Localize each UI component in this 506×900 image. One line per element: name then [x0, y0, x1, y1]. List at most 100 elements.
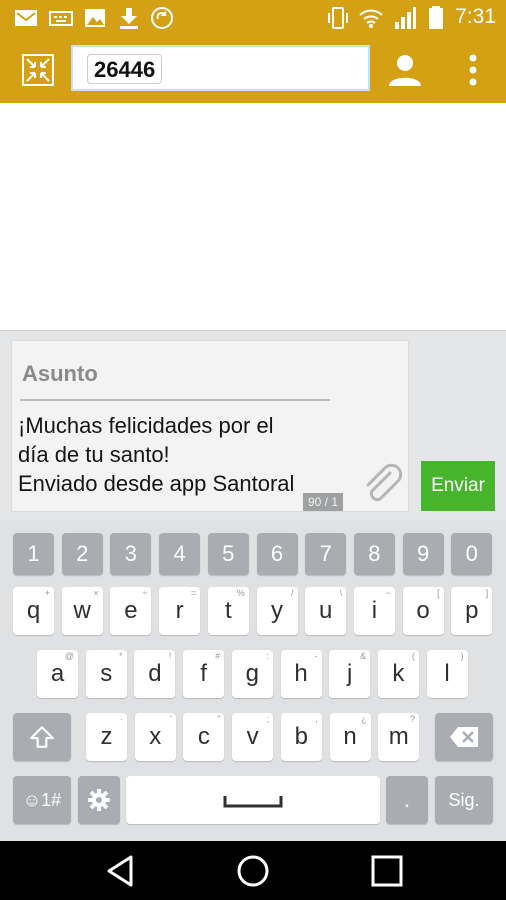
key-8-label: 8 [368, 541, 381, 566]
key-4-label: 4 [173, 541, 186, 566]
key-v[interactable]: v; [232, 713, 274, 761]
key-i[interactable]: i − [353, 587, 395, 635]
subject-divider [20, 399, 330, 401]
compose-area: Asunto ¡Muchas felicidades por el día de… [0, 330, 506, 520]
key-7[interactable]: 7 [305, 533, 347, 575]
key-6[interactable]: 6 [256, 533, 298, 575]
top-bar: 7:31 26446 [0, 0, 506, 103]
key-p[interactable]: p] [451, 587, 493, 635]
key-9-label: 9 [416, 541, 430, 566]
app-bar: 26446 [0, 36, 506, 103]
key-n-alt-label: ¿ [361, 714, 367, 724]
recents-icon[interactable] [369, 853, 405, 889]
recipient-chip[interactable]: 26446 [87, 54, 163, 84]
key-m[interactable]: m? [378, 713, 420, 761]
key-w-alt-label: × [93, 588, 99, 598]
key-l[interactable]: l) [426, 650, 468, 698]
key-6-label: 6 [270, 541, 284, 566]
key-r[interactable]: r = [159, 587, 201, 635]
shift-key[interactable] [13, 713, 71, 761]
period-key-label: . [403, 786, 411, 813]
key-5[interactable]: 5 [207, 533, 249, 575]
backspace-key[interactable] [435, 713, 493, 761]
shift-icon [30, 726, 54, 748]
recipient-field[interactable]: 26446 [71, 45, 370, 91]
key-c[interactable]: c " [183, 713, 225, 761]
download-icon [117, 6, 141, 30]
key-a-alt-label: @ [64, 651, 74, 661]
key-h[interactable]: h- [280, 650, 322, 698]
key-r-alt-label: = [190, 588, 197, 598]
person-icon[interactable] [388, 53, 422, 87]
key-x[interactable]: x ' [134, 713, 176, 761]
keyboard: 1 2 3 4 5 6 7 8 9 0 q + w × e ÷ r = t% y / u \ i − o[p] a @ s * d! f # g:… [0, 520, 506, 841]
compose-box[interactable]: Asunto ¡Muchas felicidades por el día de… [11, 340, 409, 512]
key-j-alt-label: & [360, 651, 367, 661]
symbols-key[interactable]: ☺1# [13, 776, 71, 824]
key-8[interactable]: 8 [353, 533, 395, 575]
key-3[interactable]: 3 [110, 533, 152, 575]
message-text[interactable]: ¡Muchas felicidades por el día de tu san… [18, 411, 358, 498]
key-9[interactable]: 9 [402, 533, 444, 575]
key-x-alt-label: ' [169, 714, 172, 724]
back-icon[interactable] [103, 853, 139, 889]
home-icon[interactable] [235, 853, 271, 889]
key-q[interactable]: q + [13, 587, 54, 635]
key-o[interactable]: o[ [402, 587, 444, 635]
send-button[interactable]: Enviar [421, 461, 495, 511]
key-j[interactable]: j & [329, 650, 371, 698]
key-s[interactable]: s * [85, 650, 127, 698]
space-key[interactable] [126, 776, 380, 824]
key-y[interactable]: y / [256, 587, 298, 635]
key-2[interactable]: 2 [61, 533, 103, 575]
key-q-alt-label: + [44, 588, 50, 598]
image-icon [83, 6, 107, 30]
key-7-label: 7 [319, 541, 332, 566]
key-u[interactable]: u \ [305, 587, 347, 635]
key-d[interactable]: d! [134, 650, 176, 698]
key-b-alt-label: , [315, 714, 318, 724]
key-2-label: 2 [76, 541, 89, 566]
key-1[interactable]: 1 [13, 533, 54, 575]
key-z[interactable]: z · [86, 713, 127, 761]
key-g[interactable]: g: [231, 650, 273, 698]
contact-picker-icon[interactable] [22, 54, 54, 86]
key-h-alt-label: - [314, 651, 318, 661]
key-b[interactable]: b, [280, 713, 322, 761]
attach-icon[interactable] [360, 463, 406, 509]
key-w[interactable]: w × [61, 587, 103, 635]
key-l-alt-label: ) [460, 651, 464, 661]
period-key[interactable]: . [386, 776, 428, 824]
key-k[interactable]: k( [377, 650, 419, 698]
settings-key[interactable] [78, 776, 120, 824]
key-i-alt-label: − [385, 588, 391, 598]
more-options-icon[interactable] [462, 52, 484, 88]
key-e-alt-label: ÷ [142, 588, 148, 598]
key-t[interactable]: t% [207, 587, 249, 635]
key-0[interactable]: 0 [451, 533, 493, 575]
key-n[interactable]: n ¿ [329, 713, 371, 761]
navigation-bar [0, 841, 506, 900]
vibrate-icon [326, 6, 350, 30]
status-time: 7:31 [455, 5, 496, 28]
key-0-label: 0 [465, 541, 478, 566]
gear-icon [88, 789, 110, 811]
key-f[interactable]: f # [183, 650, 225, 698]
battery-icon [424, 6, 448, 30]
key-a[interactable]: a @ [37, 650, 78, 698]
key-4[interactable]: 4 [159, 533, 201, 575]
key-e[interactable]: e ÷ [110, 587, 152, 635]
key-g-alt-label: : [266, 651, 269, 661]
symbols-key-label: ☺1# [22, 790, 62, 810]
wifi-icon [359, 6, 383, 30]
key-k-alt-label: ( [411, 651, 415, 661]
subject-field[interactable]: Asunto [22, 361, 98, 387]
key-m-alt-label: ? [410, 714, 416, 724]
next-key[interactable]: Sig. [435, 776, 493, 824]
character-counter: 90 / 1 [303, 493, 344, 511]
sync-icon [150, 6, 174, 30]
space-icon [223, 796, 283, 808]
key-z-alt-label: · [120, 714, 123, 724]
key-u-alt-label: \ [339, 588, 343, 598]
next-key-label: Sig. [448, 790, 480, 810]
